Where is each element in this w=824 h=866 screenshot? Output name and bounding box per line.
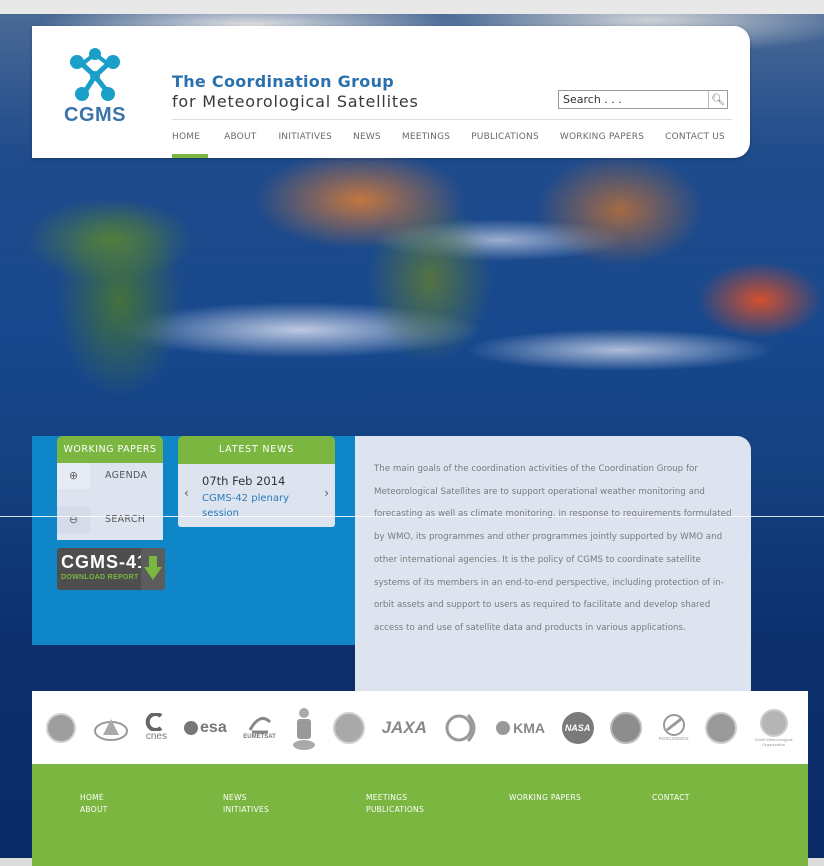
working-papers-tab[interactable]: WORKING PAPERS: [57, 436, 163, 463]
search-icon[interactable]: 🔍︎: [708, 91, 727, 108]
partner-logo-cnes[interactable]: cnes: [145, 713, 167, 742]
nav-divider: [172, 119, 732, 120]
nav-contact-us[interactable]: CONTACT US: [665, 132, 725, 142]
footer-col-2: NEWS INITIATIVES: [223, 792, 269, 816]
partner-logo-noaa[interactable]: [610, 711, 643, 744]
main-nav: HOME ABOUT INITIATIVES NEWS MEETINGS PUB…: [172, 132, 725, 142]
nav-meetings[interactable]: MEETINGS: [402, 132, 450, 142]
esa-text: esa: [200, 718, 227, 736]
working-papers-widget: WORKING PAPERS ⊕ AGENDA ⊖ SEARCH: [57, 436, 163, 540]
search-doc-icon: ⊖: [57, 507, 90, 533]
jaxa-text: JAXA: [381, 717, 427, 737]
report-subtitle: DOWNLOAD REPORT: [61, 574, 139, 581]
partner-logo-esa[interactable]: esa: [184, 719, 227, 737]
download-report-button[interactable]: CGMS-41 DOWNLOAD REPORT: [57, 548, 165, 590]
nav-working-papers[interactable]: WORKING PAPERS: [560, 132, 644, 142]
about-description-panel: The main goals of the coordination activ…: [355, 436, 751, 691]
search-box: 🔍︎: [558, 90, 728, 109]
partner-logos: cnes esa EUMETSAT JAXA KMA NASA ROSCOSMO…: [32, 691, 808, 764]
chevron-right-icon[interactable]: ›: [324, 486, 329, 500]
nav-home[interactable]: HOME: [172, 132, 200, 142]
eumetsat-text: EUMETSAT: [243, 733, 276, 740]
footer-link-news[interactable]: NEWS: [223, 792, 269, 804]
nav-news[interactable]: NEWS: [353, 132, 381, 142]
partner-logo-eumetsat[interactable]: EUMETSAT: [243, 716, 276, 740]
search-label: SEARCH: [105, 514, 146, 525]
partner-logo-kma[interactable]: KMA: [496, 720, 545, 736]
partner-logo-cma[interactable]: [46, 712, 77, 743]
latest-news-tab: LATEST NEWS: [178, 436, 335, 464]
partner-logo-wmo[interactable]: World Meteorological Organization: [754, 708, 794, 747]
roscosmos-text: ROSCOSMOS: [658, 736, 689, 741]
partner-logo-roscosmos[interactable]: ROSCOSMOS: [659, 714, 689, 741]
site-footer: HOME ABOUT NEWS INITIATIVES MEETINGS PUB…: [32, 764, 808, 866]
footer-col-4: WORKING PAPERS: [509, 792, 581, 804]
download-arrow-icon: [141, 548, 165, 590]
partner-logo-nasa[interactable]: NASA: [561, 711, 594, 744]
wmo-text: World Meteorological Organization: [754, 736, 793, 747]
cgms-logo[interactable]: CGMS: [60, 48, 130, 148]
footer-col-5: CONTACT: [652, 792, 690, 804]
search-input[interactable]: [561, 91, 703, 108]
site-subtitle: for Meteorological Satellites: [172, 92, 419, 111]
footer-link-working-papers[interactable]: WORKING PAPERS: [509, 792, 581, 804]
footer-link-initiatives[interactable]: INITIATIVES: [223, 804, 269, 816]
chevron-left-icon[interactable]: ‹: [184, 486, 189, 500]
cnes-text: cnes: [145, 731, 167, 742]
nav-about[interactable]: ABOUT: [224, 132, 256, 142]
about-description: The main goals of the coordination activ…: [374, 464, 732, 633]
footer-col-3: MEETINGS PUBLICATIONS: [366, 792, 424, 816]
agenda-link[interactable]: ⊕ AGENDA: [57, 463, 163, 489]
footer-link-contact[interactable]: CONTACT: [652, 792, 690, 804]
partner-logo-isro[interactable]: [292, 705, 316, 751]
logo-text: CGMS: [64, 104, 126, 126]
kma-text: KMA: [513, 719, 545, 736]
footer-link-meetings[interactable]: MEETINGS: [366, 792, 424, 804]
active-nav-indicator: [172, 154, 208, 158]
partner-logo-jaxa[interactable]: JAXA: [382, 718, 427, 738]
report-title: CGMS-41: [61, 552, 149, 572]
partner-logo-imd[interactable]: [93, 715, 129, 741]
footer-col-1: HOME ABOUT: [80, 792, 108, 816]
molecule-logo-icon: [70, 48, 120, 101]
footer-link-publications[interactable]: PUBLICATIONS: [366, 804, 424, 816]
site-title: The Coordination Group: [172, 72, 395, 91]
search-link[interactable]: ⊖ SEARCH: [57, 507, 163, 533]
partner-logo-nsmc[interactable]: [444, 713, 480, 743]
footer-link-home[interactable]: HOME: [80, 792, 108, 804]
partner-logo-roshydromet[interactable]: [705, 711, 738, 744]
agenda-label: AGENDA: [105, 470, 148, 481]
site-header: CGMS The Coordination Group for Meteorol…: [32, 26, 750, 158]
partner-logo-imd-circle[interactable]: [333, 711, 366, 744]
latest-news-widget: LATEST NEWS ‹ 07th Feb 2014 CGMS-42 plen…: [178, 436, 335, 528]
footer-link-about[interactable]: ABOUT: [80, 804, 108, 816]
nav-initiatives[interactable]: INITIATIVES: [278, 132, 332, 142]
news-date: 07th Feb 2014: [202, 474, 286, 488]
nav-publications[interactable]: PUBLICATIONS: [471, 132, 539, 142]
nasa-text: NASA: [564, 722, 591, 733]
zoom-icon: ⊕: [57, 463, 90, 489]
horizontal-rule: [0, 516, 824, 517]
